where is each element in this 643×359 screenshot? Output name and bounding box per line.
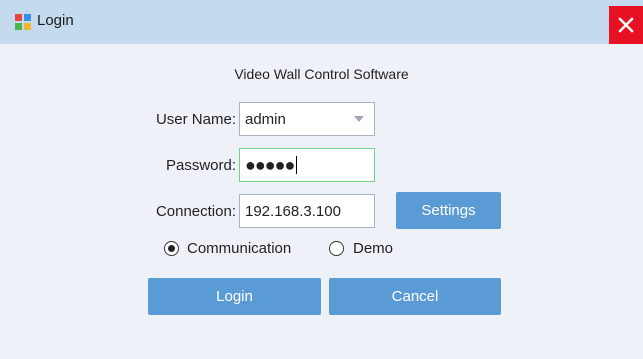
radio-demo-label[interactable]: Demo	[353, 240, 393, 257]
password-value: ●●●●●	[245, 155, 295, 175]
radio-selected-dot	[168, 245, 175, 252]
username-label: User Name:	[155, 111, 236, 128]
connection-value: 192.168.3.100	[245, 202, 341, 220]
text-caret	[296, 156, 298, 174]
window-title: Login	[37, 12, 74, 29]
app-heading: Video Wall Control Software	[234, 66, 409, 82]
app-logo-icon	[15, 14, 31, 30]
login-dialog: Login Video Wall Control Software User N…	[0, 0, 643, 359]
password-label: Password:	[165, 157, 236, 174]
settings-button[interactable]: Settings	[396, 192, 501, 229]
close-button[interactable]	[609, 6, 643, 44]
radio-communication[interactable]	[164, 241, 179, 256]
connection-label: Connection:	[155, 203, 236, 220]
cancel-button[interactable]: Cancel	[329, 278, 501, 315]
chevron-down-icon[interactable]	[354, 116, 364, 122]
username-dropdown[interactable]: admin	[239, 102, 375, 136]
password-field[interactable]: ●●●●●	[239, 148, 375, 182]
title-bar: Login	[0, 0, 643, 44]
connection-field[interactable]: 192.168.3.100	[239, 194, 375, 228]
close-icon	[618, 17, 634, 33]
username-value: admin	[245, 110, 286, 128]
radio-demo[interactable]	[329, 241, 344, 256]
radio-communication-label[interactable]: Communication	[187, 240, 291, 257]
login-button[interactable]: Login	[148, 278, 321, 315]
